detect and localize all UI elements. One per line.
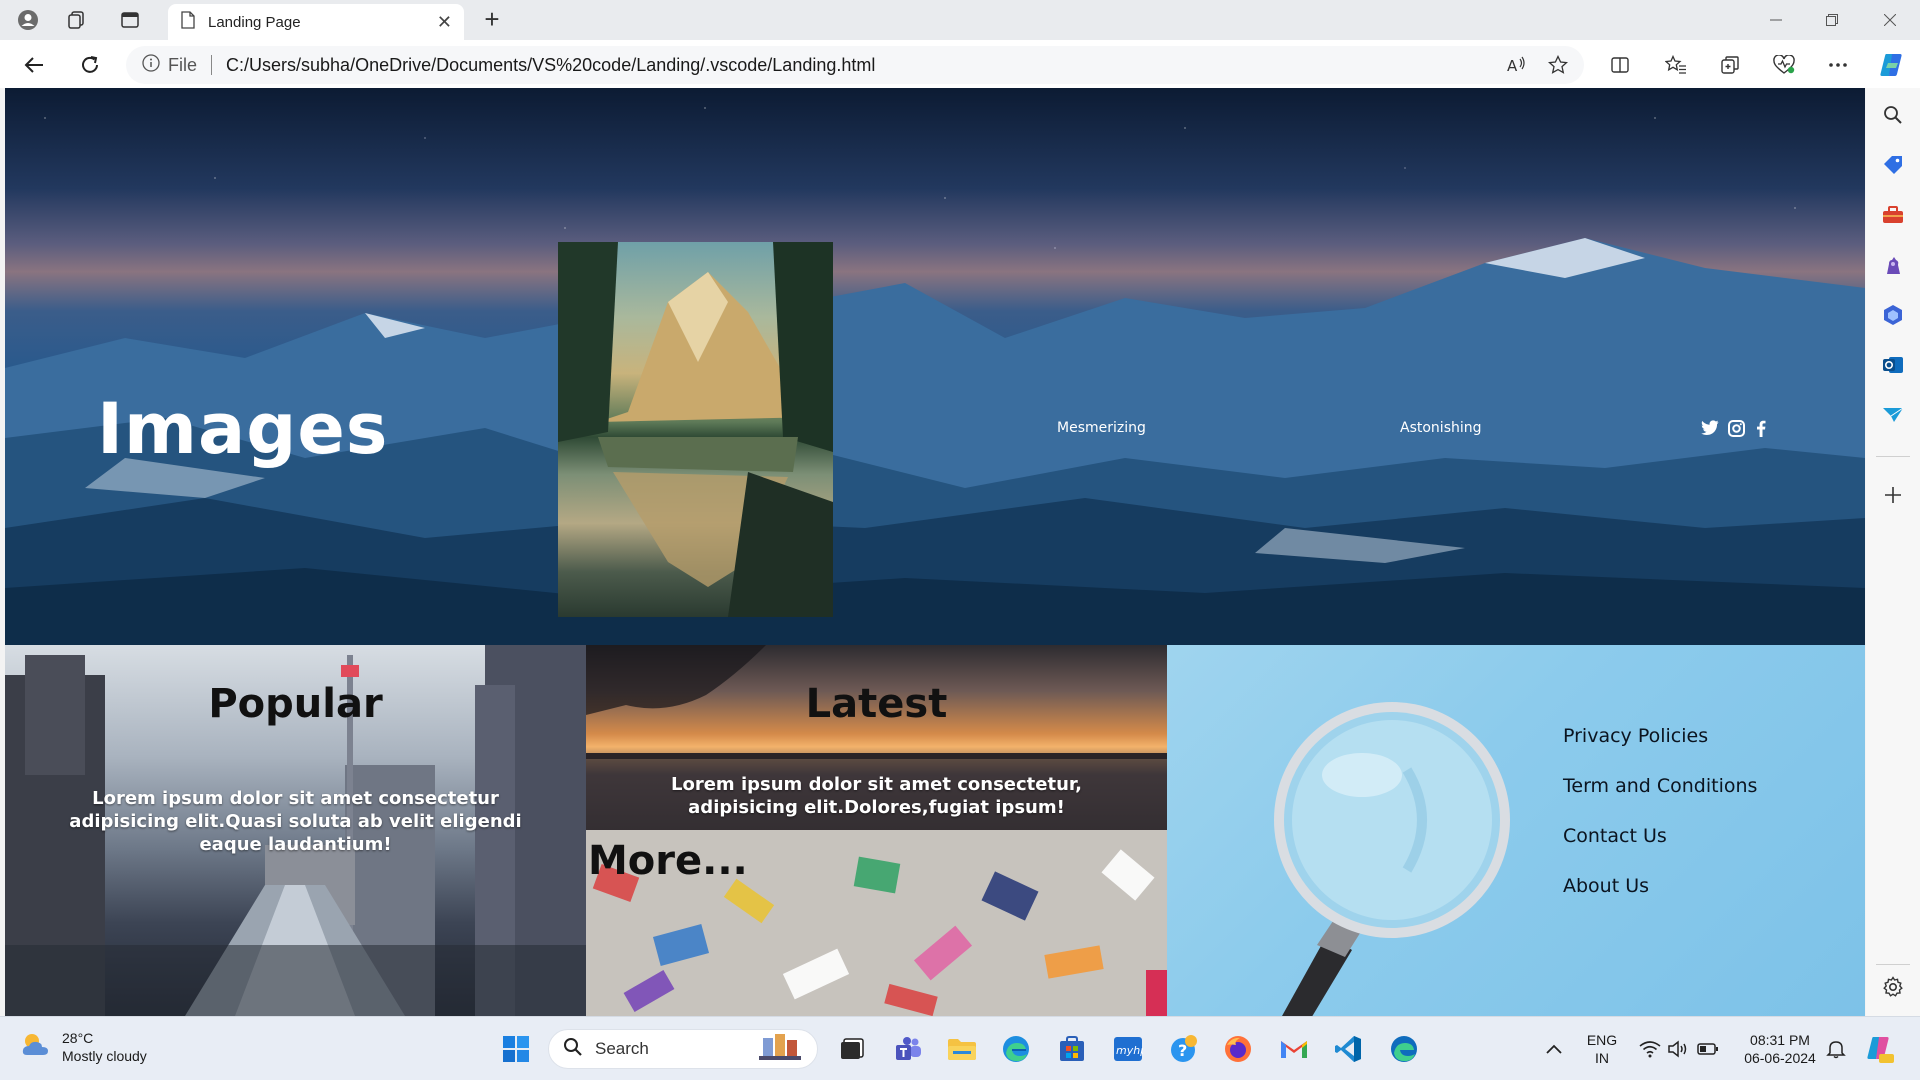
popular-heading: Popular	[208, 681, 383, 727]
system-clock[interactable]: 08:31 PM 06-06-2024	[1730, 1031, 1830, 1067]
restore-icon[interactable]	[1804, 0, 1860, 40]
url-text[interactable]: C:/Users/subha/OneDrive/Documents/VS%20c…	[226, 55, 1484, 76]
partly-cloudy-icon	[20, 1031, 52, 1063]
page-icon	[180, 11, 196, 33]
notifications-bell-icon[interactable]	[1820, 1033, 1852, 1065]
more-options-icon[interactable]	[1822, 49, 1854, 81]
minimize-icon[interactable]	[1748, 0, 1804, 40]
copilot-preview-icon[interactable]	[1864, 1033, 1896, 1065]
search-icon[interactable]	[1878, 100, 1908, 130]
link-about-us[interactable]: About Us	[1563, 875, 1649, 897]
browser-essentials-icon[interactable]	[1768, 49, 1800, 81]
close-tab-icon[interactable]: ✕	[437, 12, 452, 33]
weather-condition: Mostly cloudy	[62, 1048, 147, 1064]
hero-section: Images Mesmerizing Astonishing	[5, 88, 1865, 645]
hero-title: Images	[97, 388, 389, 470]
microsoft-store-icon[interactable]	[1056, 1033, 1088, 1065]
favorite-star-icon[interactable]	[1548, 55, 1568, 75]
page-viewport: Images Mesmerizing Astonishing Popular L…	[5, 88, 1865, 1016]
clock-date: 06-06-2024	[1744, 1050, 1816, 1066]
collections-icon[interactable]	[1714, 49, 1746, 81]
close-window-icon[interactable]	[1862, 0, 1918, 40]
file-explorer-icon[interactable]	[946, 1033, 978, 1065]
edge-icon[interactable]	[1000, 1033, 1032, 1065]
task-view-icon[interactable]	[836, 1033, 868, 1065]
link-terms-and-conditions[interactable]: Term and Conditions	[1563, 775, 1757, 797]
shopping-tag-icon[interactable]	[1878, 150, 1908, 180]
popular-card: Popular Lorem ipsum dolor sit amet conse…	[5, 645, 586, 1016]
teams-icon[interactable]	[892, 1033, 924, 1065]
weather-widget[interactable]: 28°C Mostly cloudy	[20, 1029, 147, 1065]
read-aloud-icon[interactable]: A	[1506, 55, 1526, 75]
lake-mountain-photo	[558, 242, 833, 617]
footer-links-list: Privacy Policies Term and Conditions Con…	[1563, 725, 1757, 925]
firefox-icon[interactable]	[1222, 1033, 1254, 1065]
edge-sidebar	[1866, 88, 1920, 1016]
instagram-icon[interactable]	[1726, 418, 1746, 438]
vscode-icon[interactable]	[1332, 1033, 1364, 1065]
facebook-icon[interactable]	[1751, 418, 1771, 438]
more-card[interactable]: More...	[586, 830, 1167, 1016]
svg-text:myhp: myhp	[1116, 1044, 1143, 1057]
svg-text:A: A	[1507, 57, 1518, 75]
volume-icon[interactable]	[1662, 1033, 1694, 1065]
battery-icon[interactable]	[1692, 1033, 1724, 1065]
tab-title: Landing Page	[208, 13, 301, 31]
browser-toolbar: File C:/Users/subha/OneDrive/Documents/V…	[0, 40, 1920, 88]
split-screen-icon[interactable]	[1604, 49, 1636, 81]
nav-link-astonishing[interactable]: Astonishing	[1400, 420, 1482, 436]
svg-text:?: ?	[1178, 1041, 1187, 1060]
copilot-icon[interactable]	[1876, 49, 1908, 81]
latest-description: Lorem ipsum dolor sit amet consectetur, …	[671, 774, 1082, 818]
twitter-icon[interactable]	[1700, 418, 1720, 438]
search-icon	[563, 1037, 583, 1062]
tools-icon[interactable]	[1878, 200, 1908, 230]
input-language[interactable]: ENG IN	[1580, 1031, 1624, 1067]
magnifying-glass-photo	[1274, 702, 1510, 1016]
settings-gear-icon[interactable]	[1878, 972, 1908, 1002]
sidebar-divider-bottom	[1876, 964, 1910, 965]
link-contact-us[interactable]: Contact Us	[1563, 825, 1667, 847]
outlook-icon[interactable]	[1878, 350, 1908, 380]
sidebar-divider	[1876, 456, 1910, 457]
windows-start-icon[interactable]	[500, 1033, 532, 1065]
edge-beta-icon[interactable]	[1388, 1033, 1420, 1065]
help-icon[interactable]: ?	[1168, 1033, 1200, 1065]
new-tab-icon[interactable]: +	[478, 6, 506, 34]
weather-temperature: 28°C	[62, 1030, 94, 1046]
nav-link-mesmerizing[interactable]: Mesmerizing	[1057, 420, 1146, 436]
link-privacy-policies[interactable]: Privacy Policies	[1563, 725, 1708, 747]
active-tab[interactable]: Landing Page ✕	[168, 4, 464, 40]
latest-heading: Latest	[805, 681, 948, 727]
gmail-icon[interactable]	[1278, 1033, 1310, 1065]
send-drop-icon[interactable]	[1878, 400, 1908, 430]
show-hidden-icons-chevron[interactable]	[1538, 1033, 1570, 1065]
language-code: ENG	[1586, 1032, 1618, 1048]
favorites-icon[interactable]	[1660, 49, 1692, 81]
search-highlight-icon	[757, 1032, 803, 1067]
address-bar[interactable]: File C:/Users/subha/OneDrive/Documents/V…	[126, 46, 1584, 84]
taskbar-search-box[interactable]: Search	[548, 1029, 818, 1069]
file-scheme-label: File	[168, 54, 198, 75]
region-code: IN	[1595, 1050, 1609, 1066]
back-icon[interactable]	[18, 49, 50, 81]
taskbar-search-label: Search	[595, 1039, 649, 1058]
clock-time: 08:31 PM	[1750, 1032, 1810, 1048]
profile-icon[interactable]	[14, 6, 42, 34]
add-sidebar-app-icon[interactable]	[1878, 480, 1908, 510]
windows-taskbar: 28°C Mostly cloudy Search myhp ?	[0, 1016, 1920, 1080]
myhp-icon[interactable]: myhp	[1112, 1033, 1144, 1065]
popular-description: Lorem ipsum dolor sit amet consectetur a…	[69, 788, 522, 855]
latest-card: Latest Lorem ipsum dolor sit amet consec…	[586, 645, 1167, 830]
address-divider	[211, 55, 213, 75]
browser-tab-bar: Landing Page ✕ +	[0, 0, 1920, 40]
vertical-tabs-icon[interactable]	[116, 6, 144, 34]
more-heading[interactable]: More...	[588, 838, 748, 884]
refresh-icon[interactable]	[74, 49, 106, 81]
games-icon[interactable]	[1878, 250, 1908, 280]
workspaces-icon[interactable]	[62, 6, 90, 34]
site-info-icon[interactable]	[142, 53, 160, 77]
microsoft-365-icon[interactable]	[1878, 300, 1908, 330]
links-card: Privacy Policies Term and Conditions Con…	[1167, 645, 1865, 1016]
